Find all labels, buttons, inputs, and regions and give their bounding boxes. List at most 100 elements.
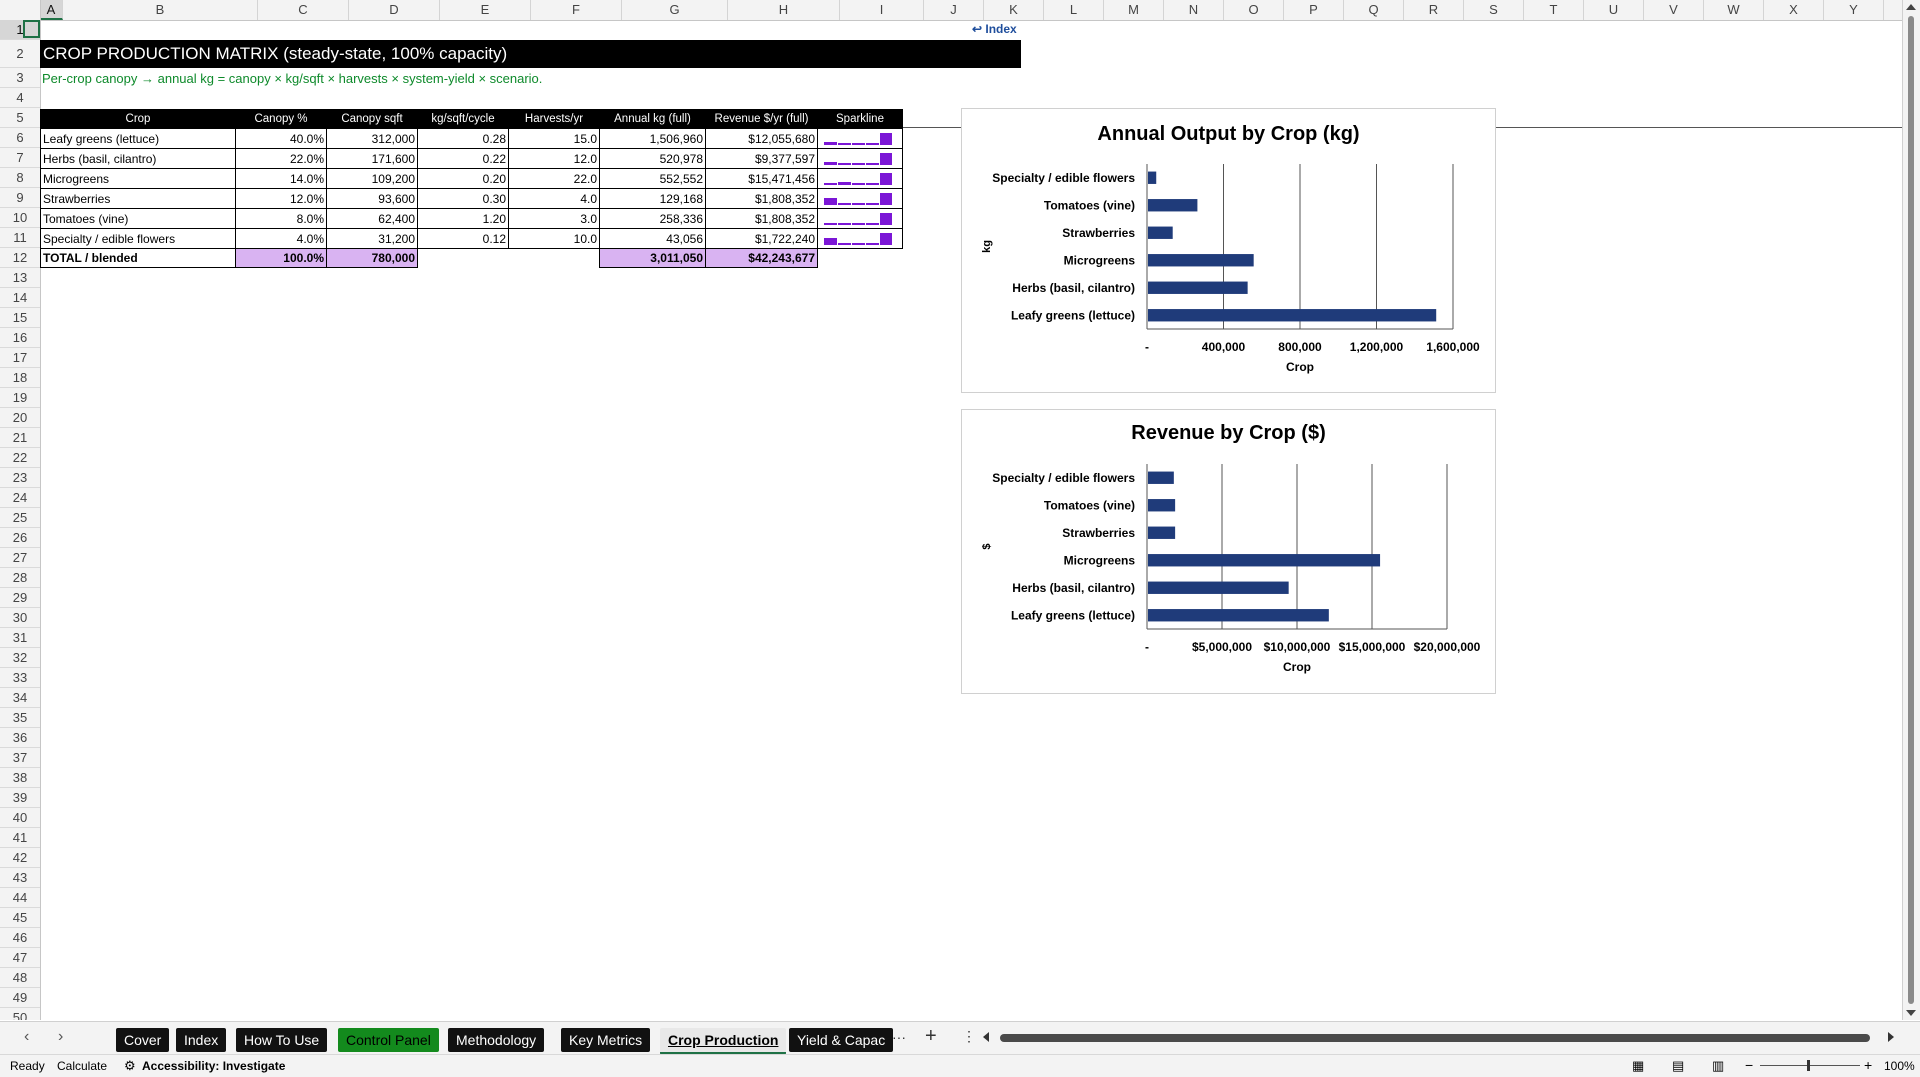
value-cell[interactable]: 129,168 bbox=[599, 188, 706, 209]
row-header-27[interactable]: 27 bbox=[0, 548, 40, 568]
row-header-40[interactable]: 40 bbox=[0, 808, 40, 828]
column-header-u[interactable]: U bbox=[1584, 0, 1644, 20]
column-header-a[interactable]: A bbox=[40, 0, 63, 20]
row-header-39[interactable]: 39 bbox=[0, 788, 40, 808]
value-cell[interactable]: $15,471,456 bbox=[705, 168, 818, 189]
value-cell[interactable]: 0.20 bbox=[417, 168, 509, 189]
vertical-scroll-thumb[interactable] bbox=[1908, 16, 1914, 1004]
value-cell[interactable]: 31,200 bbox=[326, 228, 418, 249]
row-header-35[interactable]: 35 bbox=[0, 708, 40, 728]
row-header-12[interactable]: 12 bbox=[0, 248, 40, 268]
page-layout-icon[interactable]: ▤ bbox=[1672, 1058, 1684, 1074]
column-header-w[interactable]: W bbox=[1704, 0, 1764, 20]
column-header-c[interactable]: C bbox=[258, 0, 349, 20]
row-header-11[interactable]: 11 bbox=[0, 228, 40, 248]
sparkline-cell[interactable] bbox=[817, 188, 903, 209]
zoom-slider-thumb[interactable] bbox=[1807, 1060, 1810, 1071]
value-cell[interactable]: $1,722,240 bbox=[705, 228, 818, 249]
index-link[interactable]: ↩ Index bbox=[972, 22, 1017, 36]
value-cell[interactable]: $1,808,352 bbox=[705, 208, 818, 229]
column-header-o[interactable]: O bbox=[1224, 0, 1284, 20]
value-cell[interactable]: 258,336 bbox=[599, 208, 706, 229]
column-header-n[interactable]: N bbox=[1164, 0, 1224, 20]
row-header-23[interactable]: 23 bbox=[0, 468, 40, 488]
row-header-22[interactable]: 22 bbox=[0, 448, 40, 468]
row-header-19[interactable]: 19 bbox=[0, 388, 40, 408]
row-header-20[interactable]: 20 bbox=[0, 408, 40, 428]
row-header-49[interactable]: 49 bbox=[0, 988, 40, 1008]
value-cell[interactable]: 62,400 bbox=[326, 208, 418, 229]
zoom-level[interactable]: 100% bbox=[1884, 1059, 1915, 1073]
value-cell[interactable]: 22.0% bbox=[235, 148, 327, 169]
tab-crop-production[interactable]: Crop Production bbox=[660, 1028, 787, 1055]
crop-name-cell[interactable]: Leafy greens (lettuce) bbox=[40, 128, 236, 149]
tab-options-icon[interactable]: ⋮ bbox=[962, 1028, 976, 1045]
row-header-48[interactable]: 48 bbox=[0, 968, 40, 988]
scroll-up-icon[interactable] bbox=[1906, 4, 1916, 10]
column-header-k[interactable]: K bbox=[984, 0, 1044, 20]
next-sheet-icon[interactable]: › bbox=[58, 1028, 63, 1046]
value-cell[interactable]: 43,056 bbox=[599, 228, 706, 249]
tab-yield-capac[interactable]: Yield & Capac bbox=[789, 1028, 893, 1052]
tab-methodology[interactable]: Methodology bbox=[448, 1028, 545, 1052]
value-cell[interactable]: 1.20 bbox=[417, 208, 509, 229]
scroll-down-icon[interactable] bbox=[1906, 1010, 1916, 1016]
value-cell[interactable]: 109,200 bbox=[326, 168, 418, 189]
column-header-b[interactable]: B bbox=[63, 0, 258, 20]
column-header-x[interactable]: X bbox=[1764, 0, 1824, 20]
accessibility-status[interactable]: Accessibility: Investigate bbox=[142, 1059, 285, 1073]
value-cell[interactable]: 0.28 bbox=[417, 128, 509, 149]
row-header-13[interactable]: 13 bbox=[0, 268, 40, 288]
value-cell[interactable]: $12,055,680 bbox=[705, 128, 818, 149]
total-value-cell[interactable]: 100.0% bbox=[235, 248, 327, 268]
row-header-28[interactable]: 28 bbox=[0, 568, 40, 588]
value-cell[interactable]: 10.0 bbox=[508, 228, 600, 249]
row-header-5[interactable]: 5 bbox=[0, 108, 40, 128]
value-cell[interactable]: 8.0% bbox=[235, 208, 327, 229]
total-label-cell[interactable]: TOTAL / blended bbox=[40, 248, 236, 268]
select-all-corner[interactable] bbox=[0, 0, 41, 20]
total-value-cell[interactable] bbox=[508, 248, 600, 268]
row-header-31[interactable]: 31 bbox=[0, 628, 40, 648]
crop-name-cell[interactable]: Herbs (basil, cilantro) bbox=[40, 148, 236, 169]
row-header-8[interactable]: 8 bbox=[0, 168, 40, 188]
crop-name-cell[interactable]: Tomatoes (vine) bbox=[40, 208, 236, 229]
column-header-q[interactable]: Q bbox=[1344, 0, 1404, 20]
row-header-24[interactable]: 24 bbox=[0, 488, 40, 508]
row-header-7[interactable]: 7 bbox=[0, 148, 40, 168]
row-header-17[interactable]: 17 bbox=[0, 348, 40, 368]
column-header-e[interactable]: E bbox=[440, 0, 531, 20]
zoom-in-icon[interactable]: + bbox=[1864, 1057, 1872, 1073]
value-cell[interactable]: 4.0 bbox=[508, 188, 600, 209]
total-value-cell[interactable]: $42,243,677 bbox=[705, 248, 818, 268]
zoom-out-icon[interactable]: − bbox=[1745, 1057, 1753, 1073]
column-header-j[interactable]: J bbox=[924, 0, 984, 20]
row-header-29[interactable]: 29 bbox=[0, 588, 40, 608]
value-cell[interactable]: 3.0 bbox=[508, 208, 600, 229]
row-header-14[interactable]: 14 bbox=[0, 288, 40, 308]
value-cell[interactable]: 0.30 bbox=[417, 188, 509, 209]
zoom-slider[interactable] bbox=[1760, 1065, 1860, 1066]
column-header-r[interactable]: R bbox=[1404, 0, 1464, 20]
calculate-button[interactable]: Calculate bbox=[57, 1059, 107, 1073]
horizontal-scroll-thumb[interactable] bbox=[1000, 1034, 1870, 1042]
tab-control-panel[interactable]: Control Panel bbox=[338, 1028, 439, 1052]
row-header-37[interactable]: 37 bbox=[0, 748, 40, 768]
total-sparkline-cell[interactable] bbox=[817, 248, 903, 268]
total-value-cell[interactable]: 780,000 bbox=[326, 248, 418, 268]
value-cell[interactable]: 15.0 bbox=[508, 128, 600, 149]
row-header-4[interactable]: 4 bbox=[0, 88, 40, 108]
column-header-v[interactable]: V bbox=[1644, 0, 1704, 20]
row-header-18[interactable]: 18 bbox=[0, 368, 40, 388]
value-cell[interactable]: 22.0 bbox=[508, 168, 600, 189]
value-cell[interactable]: 93,600 bbox=[326, 188, 418, 209]
row-header-36[interactable]: 36 bbox=[0, 728, 40, 748]
row-header-34[interactable]: 34 bbox=[0, 688, 40, 708]
column-header-i[interactable]: I bbox=[840, 0, 924, 20]
value-cell[interactable]: 40.0% bbox=[235, 128, 327, 149]
scroll-left-icon[interactable] bbox=[983, 1032, 989, 1042]
total-value-cell[interactable] bbox=[417, 248, 509, 268]
row-header-46[interactable]: 46 bbox=[0, 928, 40, 948]
crop-name-cell[interactable]: Specialty / edible flowers bbox=[40, 228, 236, 249]
row-header-15[interactable]: 15 bbox=[0, 308, 40, 328]
